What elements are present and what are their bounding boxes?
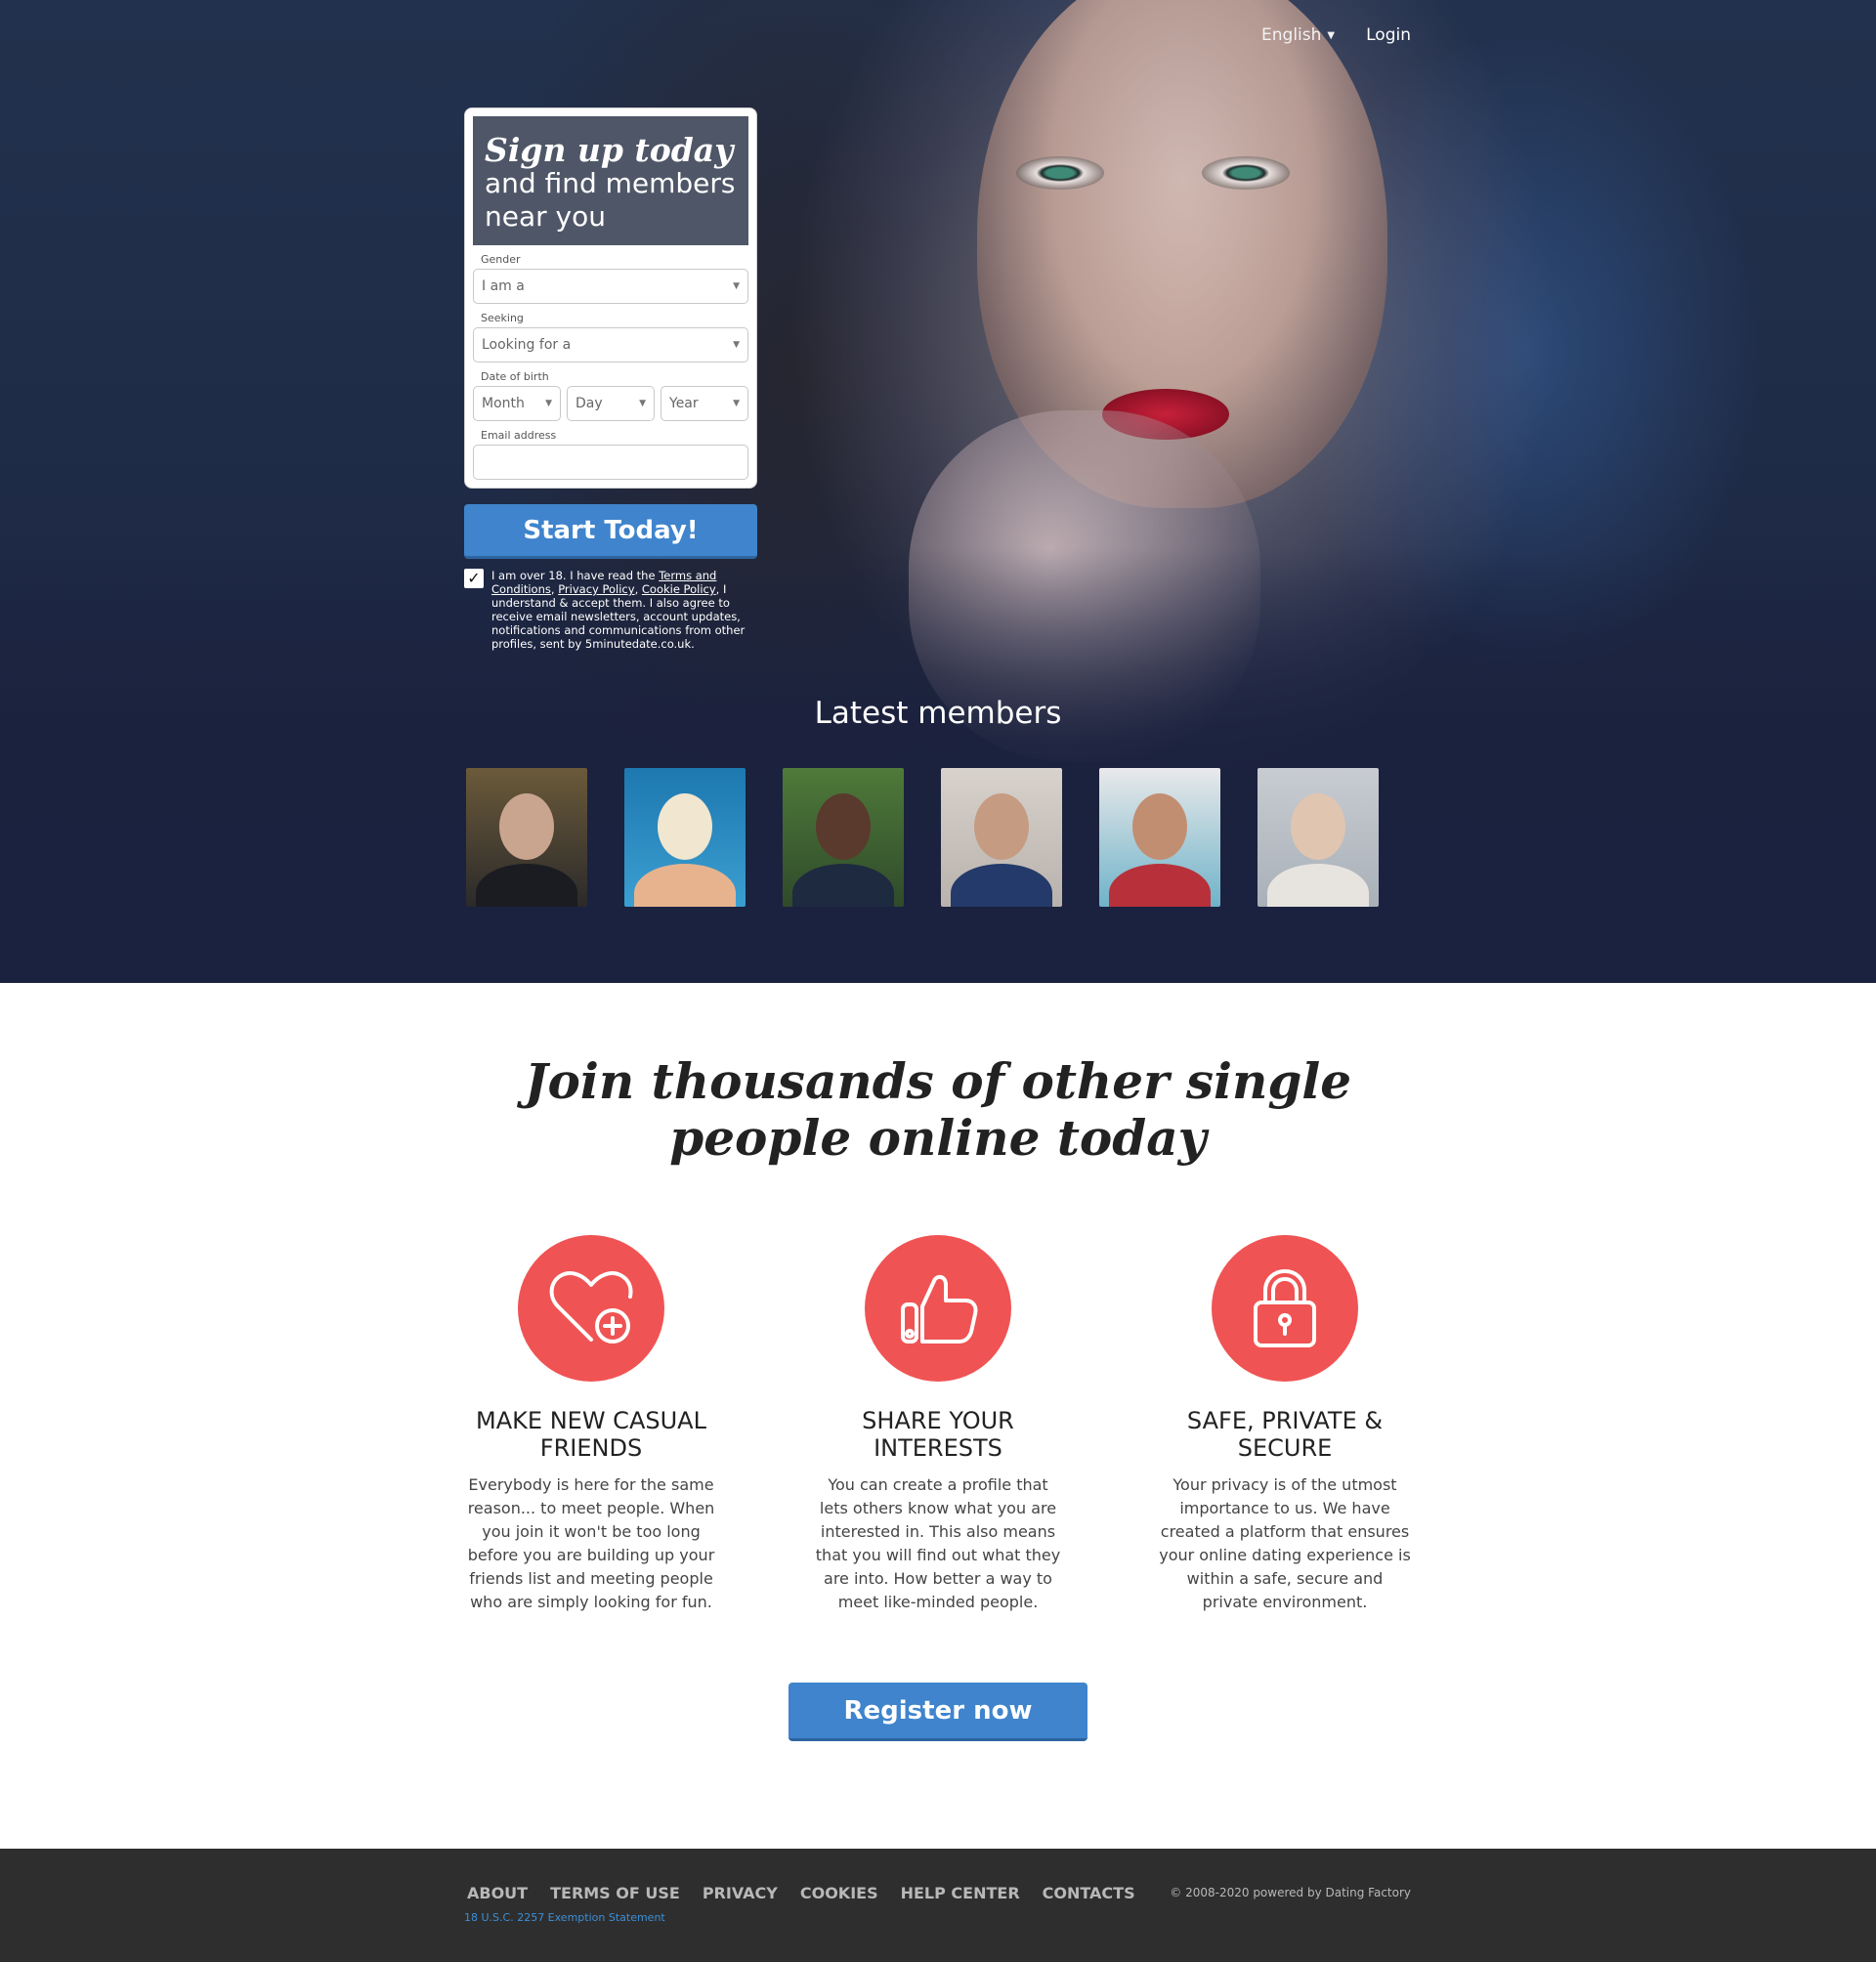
hero-section: English ▼ Login Sign up today and find m… <box>0 0 1876 983</box>
seeking-select-value: Looking for a <box>482 337 572 353</box>
feature-text: You can create a profile that lets other… <box>815 1475 1061 1611</box>
caret-down-icon: ▼ <box>639 399 646 408</box>
checkmark-icon: ✓ <box>467 569 481 587</box>
latest-members-list <box>466 768 1379 907</box>
signup-form: Sign up today and find members near you … <box>464 107 757 651</box>
member-photo[interactable] <box>1099 768 1220 907</box>
padlock-icon <box>1212 1235 1358 1382</box>
exemption-statement-link[interactable]: 18 U.S.C. 2257 Exemption Statement <box>464 1911 665 1924</box>
signup-subtitle: and find members near you <box>485 167 736 233</box>
terms-text: I am over 18. I have read the Terms and … <box>491 569 757 651</box>
latest-members-title: Latest members <box>814 696 1062 731</box>
heart-plus-icon <box>518 1235 664 1382</box>
copyright: © 2008-2020 powered by Dating Factory <box>1170 1886 1411 1899</box>
start-today-button[interactable]: Start Today! <box>464 504 757 559</box>
member-photo[interactable] <box>624 768 746 907</box>
member-avatar-body <box>634 864 736 907</box>
email-field[interactable] <box>473 445 748 480</box>
member-photo[interactable] <box>941 768 1062 907</box>
cookie-policy-link[interactable]: Cookie Policy <box>642 582 716 596</box>
member-avatar-body <box>951 864 1052 907</box>
register-now-button[interactable]: Register now <box>789 1683 1087 1741</box>
footer-link-cookies[interactable]: COOKIES <box>800 1884 878 1902</box>
hero-photo-eye <box>1016 156 1104 190</box>
feature-title: SAFE, PRIVATE & SECURE <box>1186 1407 1384 1462</box>
caret-down-icon: ▼ <box>733 281 740 291</box>
dob-year-value: Year <box>669 396 699 411</box>
member-avatar-head <box>974 793 1029 860</box>
gender-select-value: I am a <box>482 278 525 294</box>
gender-select[interactable]: I am a ▼ <box>473 269 748 304</box>
member-avatar-body <box>1109 864 1211 907</box>
terms-consent: ✓ I am over 18. I have read the Terms an… <box>464 569 757 651</box>
footer-link-help-center[interactable]: HELP CENTER <box>901 1884 1020 1902</box>
terms-checkbox[interactable]: ✓ <box>464 569 484 588</box>
footer-link-about[interactable]: ABOUT <box>467 1884 528 1902</box>
dob-day-value: Day <box>576 396 603 411</box>
member-avatar-head <box>1132 793 1187 860</box>
signup-title: Sign up today <box>485 131 734 169</box>
join-title: Join thousands of other single people on… <box>524 1052 1352 1167</box>
login-link[interactable]: Login <box>1366 25 1411 45</box>
dob-group: Month ▼ Day ▼ Year ▼ <box>473 386 748 421</box>
hero-fade <box>0 547 1876 983</box>
dob-month-select[interactable]: Month ▼ <box>473 386 561 421</box>
footer-link-privacy[interactable]: PRIVACY <box>703 1884 778 1902</box>
member-photo[interactable] <box>1258 768 1379 907</box>
caret-down-icon: ▼ <box>733 399 740 408</box>
seeking-label: Seeking <box>481 312 524 324</box>
member-avatar-body <box>792 864 894 907</box>
dob-day-select[interactable]: Day ▼ <box>567 386 655 421</box>
feature-text: Your privacy is of the utmost importance… <box>1159 1475 1411 1611</box>
language-label: English <box>1261 25 1322 45</box>
dob-label: Date of birth <box>481 370 549 383</box>
member-avatar-body <box>1267 864 1369 907</box>
terms-separator: , <box>634 582 642 596</box>
language-selector[interactable]: English ▼ <box>1261 25 1335 45</box>
feature-share-interests: SHARE YOUR INTERESTS You can create a pr… <box>796 1235 1080 1614</box>
hero-photo-eye <box>1202 156 1290 190</box>
top-nav: English ▼ Login <box>1261 25 1411 45</box>
footer-link-contacts[interactable]: CONTACTS <box>1043 1884 1135 1902</box>
seeking-select[interactable]: Looking for a ▼ <box>473 327 748 363</box>
feature-text: Everybody is here for the same reason...… <box>467 1475 715 1611</box>
member-avatar-head <box>658 793 712 860</box>
member-photo[interactable] <box>466 768 587 907</box>
footer: ABOUT TERMS OF USE PRIVACY COOKIES HELP … <box>0 1849 1876 1962</box>
dob-year-select[interactable]: Year ▼ <box>661 386 748 421</box>
features-section: MAKE NEW CASUAL FRIENDS Everybody is her… <box>449 1235 1427 1614</box>
signup-card: Sign up today and find members near you … <box>464 107 757 489</box>
member-avatar-body <box>476 864 577 907</box>
footer-links: ABOUT TERMS OF USE PRIVACY COOKIES HELP … <box>467 1884 1135 1902</box>
privacy-policy-link[interactable]: Privacy Policy <box>558 582 634 596</box>
feature-safe-secure: SAFE, PRIVATE & SECURE Your privacy is o… <box>1143 1235 1427 1614</box>
signup-header: Sign up today and find members near you <box>473 116 748 245</box>
gender-label: Gender <box>481 253 521 266</box>
email-label: Email address <box>481 429 557 442</box>
member-photo[interactable] <box>783 768 904 907</box>
dob-month-value: Month <box>482 396 525 411</box>
caret-down-icon: ▼ <box>545 399 552 408</box>
caret-down-icon: ▼ <box>1327 29 1336 41</box>
terms-text-before: I am over 18. I have read the <box>491 569 660 582</box>
feature-title: SHARE YOUR INTERESTS <box>862 1407 1014 1462</box>
member-avatar-head <box>816 793 871 860</box>
feature-title: MAKE NEW CASUAL FRIENDS <box>476 1407 706 1462</box>
member-avatar-head <box>1291 793 1345 860</box>
member-avatar-head <box>499 793 554 860</box>
feature-casual-friends: MAKE NEW CASUAL FRIENDS Everybody is her… <box>449 1235 733 1614</box>
footer-link-terms[interactable]: TERMS OF USE <box>550 1884 680 1902</box>
caret-down-icon: ▼ <box>733 340 740 350</box>
thumbs-up-icon <box>865 1235 1011 1382</box>
